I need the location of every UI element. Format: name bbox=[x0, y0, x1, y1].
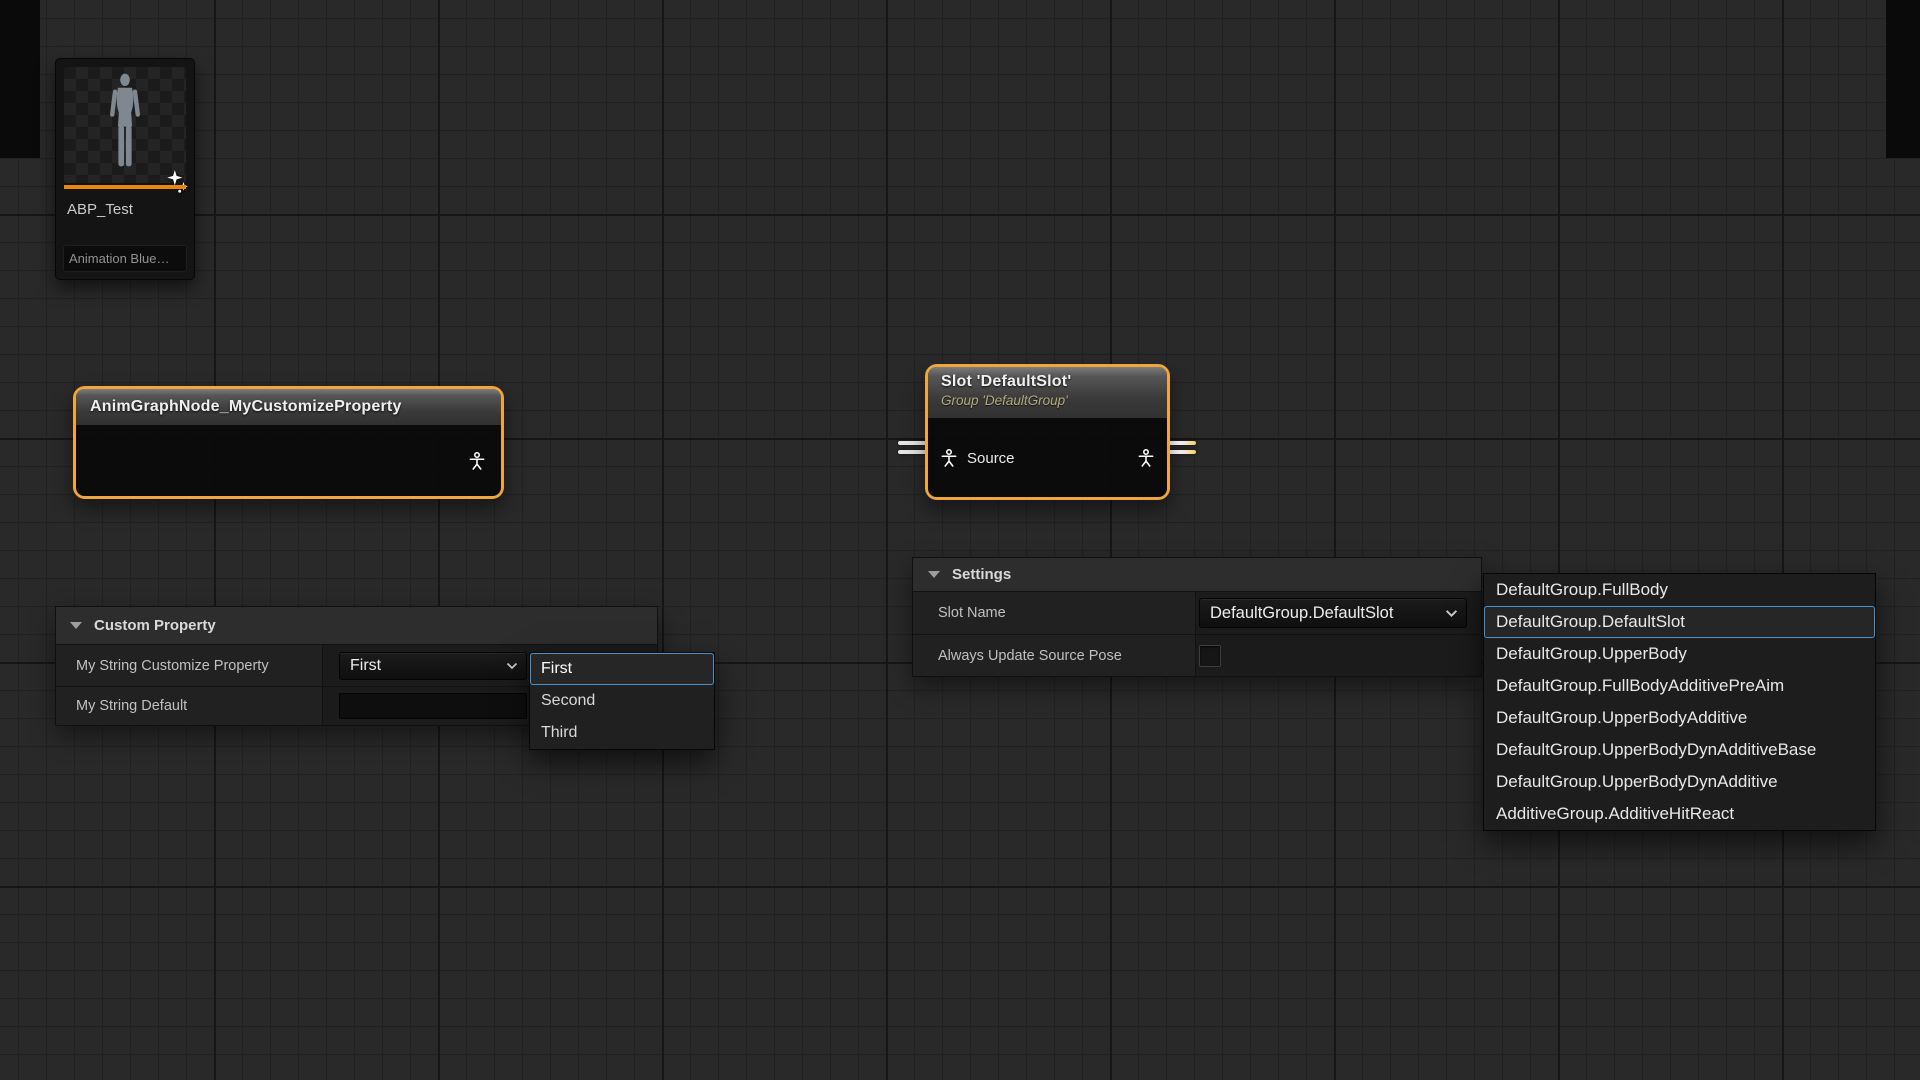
slot-option[interactable]: DefaultGroup.UpperBodyDynAdditive bbox=[1484, 766, 1875, 798]
dropdown-option[interactable]: Third bbox=[530, 717, 714, 749]
person-pose-icon bbox=[939, 448, 959, 468]
pose-output-pin[interactable] bbox=[467, 451, 487, 471]
dropdown-selected-value: DefaultGroup.DefaultSlot bbox=[1210, 604, 1393, 623]
pose-output-pin[interactable] bbox=[1136, 448, 1156, 468]
slot-option[interactable]: DefaultGroup.FullBody bbox=[1484, 574, 1875, 606]
source-pin-label: Source bbox=[967, 450, 1015, 467]
slot-option[interactable]: DefaultGroup.UpperBodyAdditive bbox=[1484, 702, 1875, 734]
node-title: Slot 'DefaultSlot' bbox=[941, 373, 1154, 391]
node-header[interactable]: AnimGraphNode_MyCustomizeProperty bbox=[76, 389, 501, 426]
node-body: Source bbox=[928, 419, 1167, 497]
pose-wire-left bbox=[898, 441, 928, 454]
category-expander-icon[interactable] bbox=[70, 622, 82, 629]
source-input-pin[interactable] bbox=[939, 448, 959, 468]
slot-option[interactable]: DefaultGroup.FullBodyAdditivePreAim bbox=[1484, 670, 1875, 702]
slot-name-dropdown-menu: DefaultGroup.FullBody DefaultGroup.Defau… bbox=[1483, 573, 1876, 831]
person-pose-icon bbox=[1136, 448, 1156, 468]
pose-wire-right bbox=[1166, 441, 1196, 454]
dropdown-selected-value: First bbox=[350, 657, 381, 675]
property-label: My String Customize Property bbox=[56, 645, 322, 686]
window-edge-right bbox=[1886, 0, 1920, 158]
dropdown-option[interactable]: Second bbox=[530, 685, 714, 717]
particle-badge-icon bbox=[164, 169, 190, 195]
asset-type-strip: Animation Blue… bbox=[63, 245, 187, 272]
my-string-customize-property-dropdown[interactable]: First bbox=[339, 652, 527, 680]
property-label: My String Default bbox=[56, 687, 322, 725]
asset-type-label: Animation Blue… bbox=[69, 251, 169, 266]
property-label: Always Update Source Pose bbox=[913, 635, 1195, 676]
node-subtitle: Group 'DefaultGroup' bbox=[941, 393, 1154, 408]
asset-title: ABP_Test bbox=[67, 201, 133, 218]
window-edge-left bbox=[0, 0, 40, 158]
settings-panel: Settings Slot Name DefaultGroup.DefaultS… bbox=[912, 557, 1482, 677]
asset-thumbnail bbox=[64, 67, 186, 183]
my-string-default-input[interactable] bbox=[339, 693, 527, 719]
node-body bbox=[76, 426, 501, 496]
category-expander-icon[interactable] bbox=[928, 571, 940, 578]
node-header[interactable]: Slot 'DefaultSlot' Group 'DefaultGroup' bbox=[928, 367, 1167, 419]
slot-name-dropdown[interactable]: DefaultGroup.DefaultSlot bbox=[1199, 598, 1467, 628]
slot-option[interactable]: DefaultGroup.UpperBodyDynAdditiveBase bbox=[1484, 734, 1875, 766]
settings-category-header[interactable]: Settings bbox=[913, 558, 1481, 592]
chevron-down-icon bbox=[1445, 609, 1458, 618]
slot-option[interactable]: DefaultGroup.DefaultSlot bbox=[1484, 606, 1875, 638]
slot-option[interactable]: DefaultGroup.UpperBody bbox=[1484, 638, 1875, 670]
property-label: Slot Name bbox=[913, 592, 1195, 634]
node-title: AnimGraphNode_MyCustomizeProperty bbox=[90, 398, 402, 416]
dropdown-option[interactable]: First bbox=[530, 653, 714, 685]
asset-type-color-bar bbox=[64, 185, 186, 189]
string-customize-dropdown-menu: First Second Third bbox=[529, 652, 715, 750]
node-animgraph-customize-property[interactable]: AnimGraphNode_MyCustomizeProperty bbox=[73, 386, 504, 499]
slot-option[interactable]: AdditiveGroup.AdditiveHitReact bbox=[1484, 798, 1875, 830]
property-row-always-update-source-pose: Always Update Source Pose bbox=[913, 635, 1481, 676]
blueprint-graph-canvas[interactable]: ABP_Test Animation Blue… AnimGraphNode_M… bbox=[0, 0, 1920, 1080]
person-pose-icon bbox=[467, 451, 487, 471]
node-slot-defaultslot[interactable]: Slot 'DefaultSlot' Group 'DefaultGroup' … bbox=[925, 364, 1170, 500]
mannequin-figure-icon bbox=[99, 71, 152, 177]
chevron-down-icon bbox=[506, 662, 518, 670]
property-row-slot-name: Slot Name DefaultGroup.DefaultSlot bbox=[913, 592, 1481, 635]
custom-property-category-header[interactable]: Custom Property bbox=[56, 607, 657, 645]
asset-card-abp-test[interactable]: ABP_Test Animation Blue… bbox=[55, 58, 195, 280]
category-label: Settings bbox=[952, 566, 1011, 583]
category-label: Custom Property bbox=[94, 617, 216, 634]
always-update-source-pose-checkbox[interactable] bbox=[1199, 645, 1221, 667]
